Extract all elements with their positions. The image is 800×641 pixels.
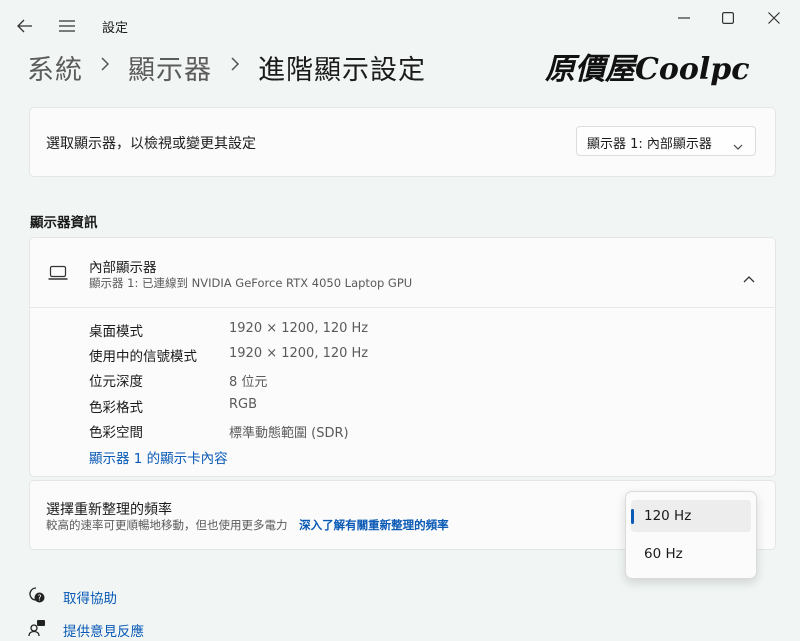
page-title: 進階顯示設定 [258,55,426,86]
refresh-option-label: 60 Hz [644,546,683,562]
refresh-rate-description: 較高的速率可更順暢地移動，但也使用更多電力 深入了解有關重新整理的頻率 [46,517,449,533]
feedback-link[interactable]: 提供意見反應 [63,620,144,640]
info-row-value: 1920 × 1200, 120 Hz [229,346,369,361]
info-row-label: 桌面模式 [89,324,143,340]
info-row-value: 標準動態範圍 (SDR) [229,426,349,441]
maximize-icon[interactable] [718,8,738,28]
back-arrow-icon[interactable] [14,16,36,36]
display-dropdown[interactable]: 顯示器 1: 內部顯示器 [576,126,756,156]
refresh-rate-description-text: 較高的速率可更順暢地移動，但也使用更多電力 [46,518,288,532]
display-subtitle: 顯示器 1: 已連線到 NVIDIA GeForce RTX 4050 Lapt… [89,276,413,290]
minimize-icon[interactable] [674,8,694,28]
chevron-right-icon [230,56,240,76]
refresh-rate-flyout: 120 Hz 60 Hz [625,491,757,579]
help-icon: ? [28,586,46,608]
get-help-link[interactable]: 取得協助 [63,587,117,607]
refresh-option-120[interactable]: 120 Hz [631,500,751,532]
svg-text:?: ? [37,594,41,603]
breadcrumb-item-display[interactable]: 顯示器 [128,48,212,87]
info-row-label: 色彩空間 [89,425,143,441]
coolpc-logo: 原價屋Coolpc [545,52,750,87]
selection-indicator [631,509,634,524]
refresh-option-label: 120 Hz [644,508,692,524]
close-icon[interactable] [764,8,784,28]
section-title-display-info: 顯示器資訊 [30,215,98,231]
display-name: 內部顯示器 [89,260,157,276]
learn-more-link[interactable]: 深入了解有關重新整理的頻率 [299,518,449,532]
info-row-label: 使用中的信號模式 [89,349,197,365]
display-select-label: 選取顯示器，以檢視或變更其設定 [46,136,256,152]
info-row-label: 色彩格式 [89,400,143,416]
chevron-down-icon [733,136,743,155]
info-row-label: 位元深度 [89,374,143,390]
refresh-option-60[interactable]: 60 Hz [631,538,751,570]
refresh-rate-title: 選擇重新整理的頻率 [46,502,172,518]
divider [29,307,774,308]
breadcrumb-item-system[interactable]: 系統 [27,48,83,87]
app-title: 設定 [102,21,129,36]
adapter-properties-link[interactable]: 顯示器 1 的顯示卡內容 [89,447,228,467]
chevron-right-icon [100,56,110,76]
laptop-icon [48,265,68,285]
hamburger-menu-icon[interactable] [56,16,78,36]
info-row-value: RGB [229,397,258,412]
display-dropdown-value: 顯示器 1: 內部顯示器 [587,137,712,152]
info-row-value: 1920 × 1200, 120 Hz [229,321,369,336]
info-row-value: 8 位元 [229,375,268,390]
feedback-icon [28,619,46,641]
chevron-up-icon[interactable] [743,268,755,287]
